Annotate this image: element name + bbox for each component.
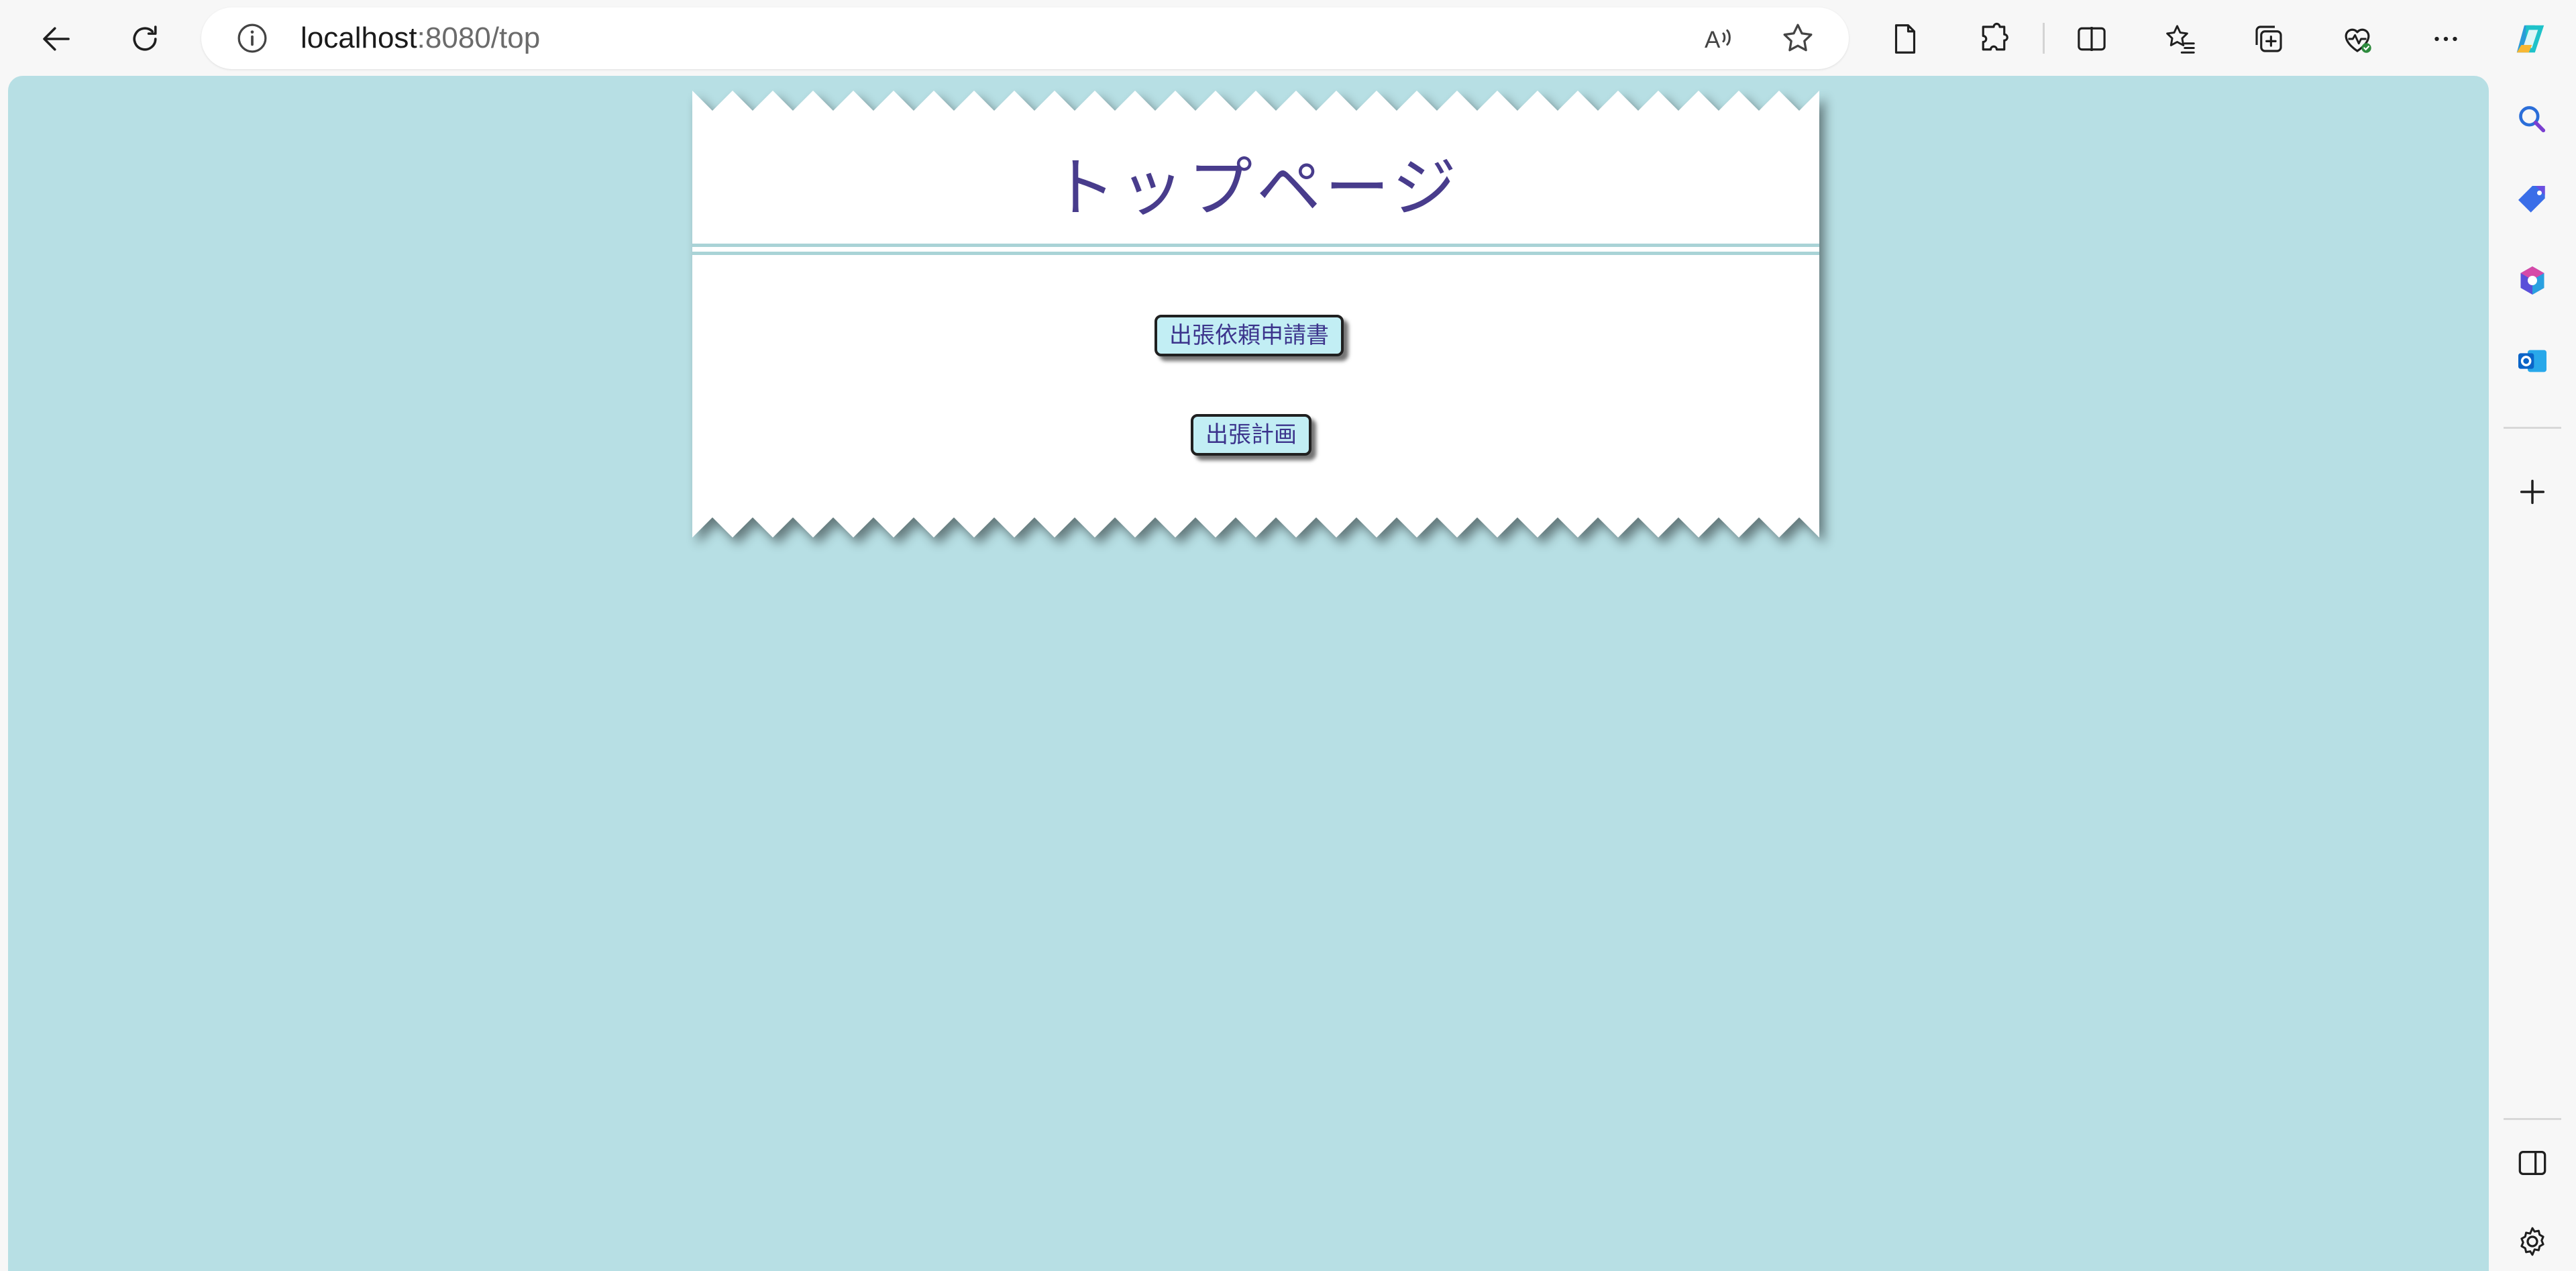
more-icon xyxy=(2434,36,2457,42)
page-button[interactable] xyxy=(1880,13,1931,64)
paper-card: トップページ 出張依頼申請書 出張計画 xyxy=(692,91,1819,538)
favorites-icon xyxy=(2166,25,2195,54)
address-bar[interactable]: localhost:8080/top A xyxy=(201,7,1849,69)
back-arrow-icon xyxy=(43,27,70,51)
refresh-icon xyxy=(133,26,157,51)
hide-sidebar-button[interactable] xyxy=(2509,1139,2556,1186)
favorites-button[interactable] xyxy=(2155,13,2206,64)
refresh-button[interactable] xyxy=(119,13,170,64)
url-text[interactable]: localhost:8080/top xyxy=(301,21,540,56)
url-path: :8080/top xyxy=(417,21,541,54)
shopping-tag-icon xyxy=(2518,186,2545,213)
page-viewport: トップページ 出張依頼申請書 出張計画 xyxy=(8,76,2489,1271)
browser-sidebar xyxy=(2489,76,2576,1271)
business-trip-plan-button[interactable]: 出張計画 xyxy=(1191,414,1311,456)
sidebar-search-button[interactable] xyxy=(2509,96,2556,143)
sidebar-separator xyxy=(2504,427,2561,429)
browser-essentials-icon xyxy=(2345,28,2371,53)
browser-toolbar: localhost:8080/top A xyxy=(0,0,2576,76)
back-button[interactable] xyxy=(31,13,82,64)
copilot-button[interactable] xyxy=(2505,13,2556,64)
sidebar-settings-button[interactable] xyxy=(2509,1218,2556,1265)
add-icon xyxy=(2520,479,2545,505)
business-trip-request-button[interactable]: 出張依頼申請書 xyxy=(1155,315,1344,356)
browser-essentials-button[interactable] xyxy=(2332,13,2383,64)
page-icon xyxy=(1894,24,1916,54)
extensions-icon xyxy=(1982,22,2008,51)
svg-text:A: A xyxy=(1705,27,1721,53)
url-host: localhost xyxy=(301,21,417,54)
m365-icon xyxy=(2520,266,2544,295)
toolbar-separator xyxy=(2043,23,2045,54)
split-screen-button[interactable] xyxy=(2066,13,2117,64)
page-title: トップページ xyxy=(1051,150,1461,225)
search-icon xyxy=(2519,106,2546,133)
sidebar-outlook-button[interactable] xyxy=(2509,338,2556,385)
sidebar-shopping-button[interactable] xyxy=(2509,176,2556,223)
settings-icon xyxy=(2520,1227,2544,1256)
outlook-icon xyxy=(2518,350,2546,372)
sidebar-separator-bottom xyxy=(2504,1118,2561,1120)
collections-icon xyxy=(2255,26,2282,52)
read-aloud-icon[interactable]: A xyxy=(1700,19,1737,57)
sidebar-add-button[interactable] xyxy=(2509,468,2556,515)
more-button[interactable] xyxy=(2420,13,2471,64)
extensions-button[interactable] xyxy=(1968,13,2019,64)
sidebar-m365-button[interactable] xyxy=(2509,257,2556,304)
site-info-icon[interactable] xyxy=(233,19,271,57)
favorite-star-icon[interactable] xyxy=(1779,19,1817,57)
split-screen-icon xyxy=(2078,27,2106,51)
title-divider-bottom xyxy=(692,252,1819,255)
collections-button[interactable] xyxy=(2243,13,2294,64)
title-divider-top xyxy=(692,244,1819,247)
copilot-icon xyxy=(2516,25,2544,53)
hide-sidebar-icon xyxy=(2518,1151,2546,1175)
paper-card-shadow: トップページ 出張依頼申請書 出張計画 xyxy=(684,91,1819,547)
